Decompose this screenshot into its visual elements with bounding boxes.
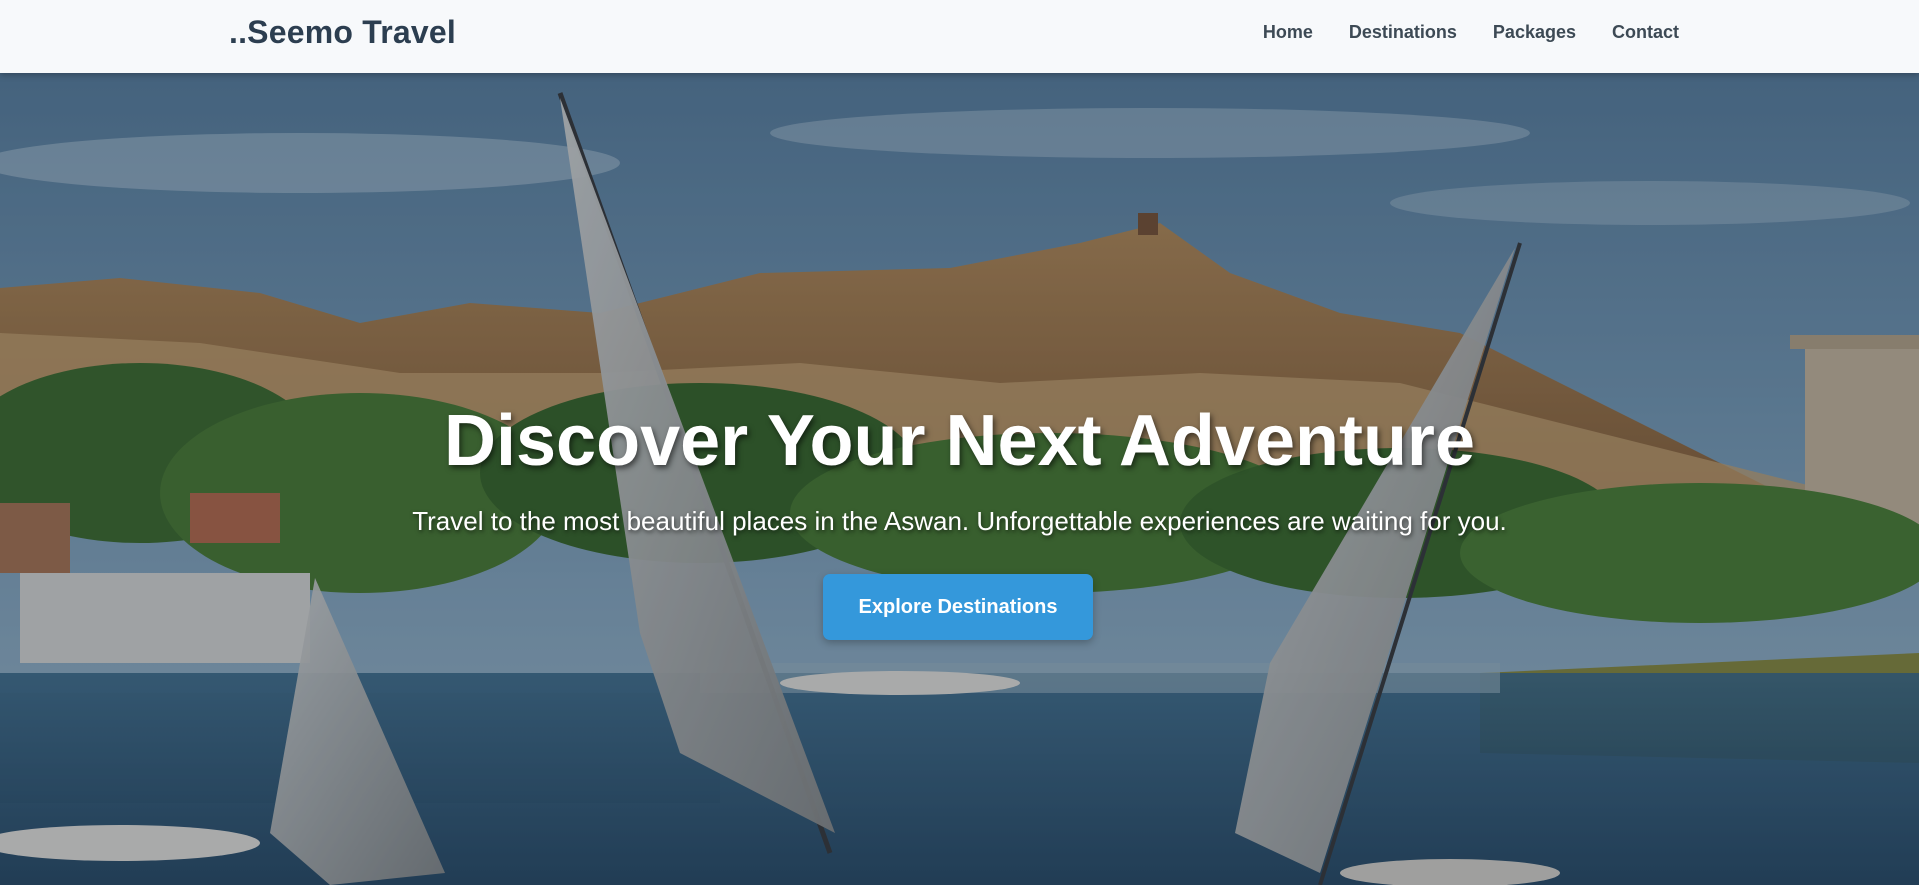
hero-subtitle: Travel to the most beautiful places in t… bbox=[412, 506, 1507, 536]
nav-link-destinations[interactable]: Destinations bbox=[1349, 22, 1457, 43]
nav-link-home[interactable]: Home bbox=[1263, 22, 1313, 43]
nav-link-packages[interactable]: Packages bbox=[1493, 22, 1576, 43]
site-header: ..Seemo Travel Home Destinations Package… bbox=[0, 0, 1919, 73]
explore-destinations-button[interactable]: Explore Destinations bbox=[823, 574, 1093, 640]
hero-title: Discover Your Next Adventure bbox=[444, 401, 1475, 481]
hero-content: Discover Your Next Adventure Travel to t… bbox=[0, 73, 1919, 885]
page: ..Seemo Travel Home Destinations Package… bbox=[0, 0, 1919, 885]
site-logo[interactable]: ..Seemo Travel bbox=[229, 14, 456, 51]
hero-section: Discover Your Next Adventure Travel to t… bbox=[0, 73, 1919, 885]
nav-link-contact[interactable]: Contact bbox=[1612, 22, 1679, 43]
main-nav: Home Destinations Packages Contact bbox=[1263, 22, 1679, 43]
